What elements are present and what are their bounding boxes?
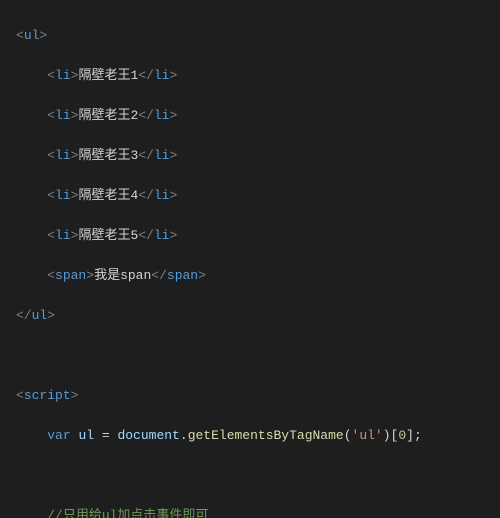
code-line: <li>隔壁老王5</li> <box>16 226 484 246</box>
code-line: </ul> <box>16 306 484 326</box>
code-line: <li>隔壁老王4</li> <box>16 186 484 206</box>
code-editor[interactable]: <ul> <li>隔壁老王1</li> <li>隔壁老王2</li> <li>隔… <box>0 0 500 518</box>
code-line: <script> <box>16 386 484 406</box>
code-line: var ul = document.getElementsByTagName('… <box>16 426 484 446</box>
code-line: <li>隔壁老王2</li> <box>16 106 484 126</box>
code-line: <ul> <box>16 26 484 46</box>
code-line: <li>隔壁老王3</li> <box>16 146 484 166</box>
code-line: <li>隔壁老王1</li> <box>16 66 484 86</box>
code-line <box>16 346 484 366</box>
code-line <box>16 466 484 486</box>
code-line: <span>我是span</span> <box>16 266 484 286</box>
code-line: //只用给ul加点击事件即可 <box>16 506 484 518</box>
